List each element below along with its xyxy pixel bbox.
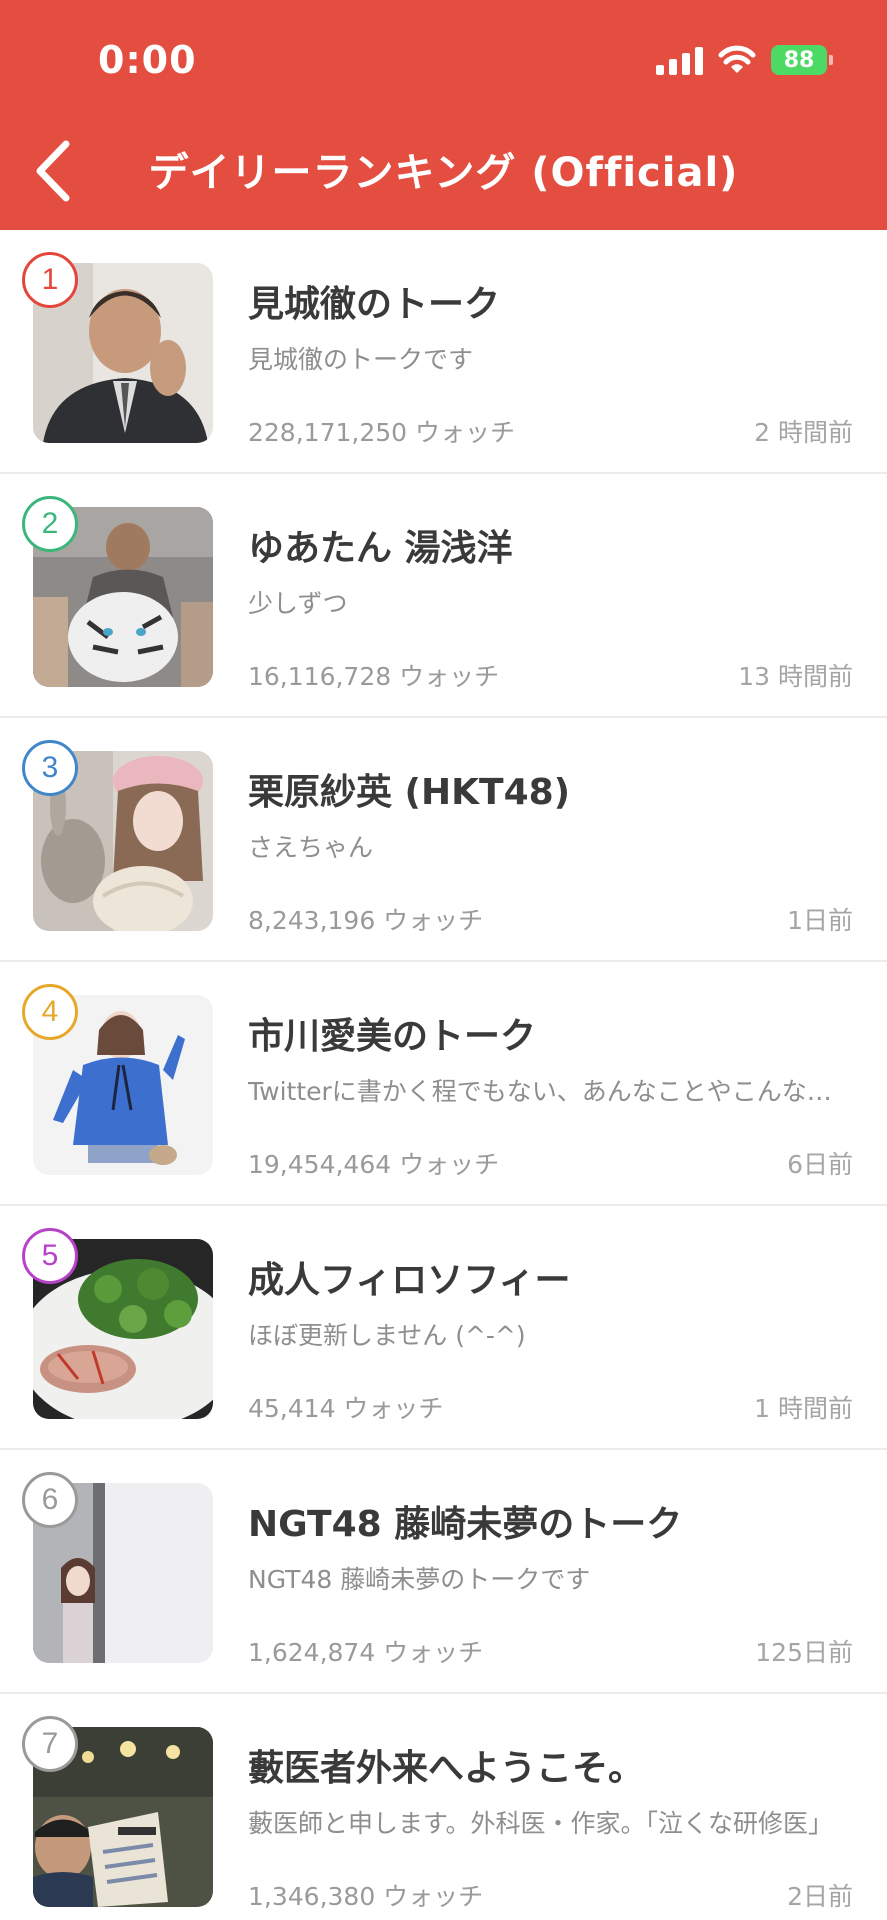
watch-count: 1,346,380 ウォッチ <box>248 1882 484 1911</box>
rank-badge: 3 <box>22 740 78 796</box>
talk-description: ほぼ更新しません (^-^) <box>248 1321 526 1350</box>
talk-description: NGT48 藤崎未夢のトークです <box>248 1565 591 1594</box>
updated-time: 1日前 <box>787 906 853 935</box>
watch-count: 1,624,874 ウォッチ <box>248 1638 484 1667</box>
status-indicators: 88 <box>656 40 833 80</box>
ranking-row[interactable]: 3 栗原紗英 (HKT48) さえちゃん 8,243,196 ウォッチ 1日前 <box>0 718 887 962</box>
talk-name: ゆあたん 湯浅洋 <box>248 528 513 569</box>
rank-badge: 7 <box>22 1716 78 1772</box>
rank-badge: 2 <box>22 496 78 552</box>
app-header: 0:00 88 デイリーランキング (Official) <box>0 0 887 230</box>
signal-icon <box>656 45 703 75</box>
talk-description: 藪医師と申します。外科医・作家。「泣くな研修医」 <box>248 1809 834 1838</box>
talk-description: 見城徹のトークです <box>248 345 474 374</box>
ranking-row[interactable]: 2 ゆあたん 湯浅洋 少しずつ 16,116,728 ウォッチ 13 時間前 <box>0 474 887 718</box>
talk-name: 市川愛美のトーク <box>248 1016 537 1057</box>
updated-time: 13 時間前 <box>738 662 853 691</box>
wifi-icon <box>718 45 756 73</box>
talk-description: Twitterに書かく程でもない、あんなことやこんなこと <box>248 1077 853 1106</box>
ranking-row[interactable]: 5 成人フィロソフィー ほぼ更新しません (^-^) 45,414 ウォッチ 1… <box>0 1206 887 1450</box>
updated-time: 2 時間前 <box>754 418 853 447</box>
talk-name: 藪医者外来へようこそ。 <box>248 1748 645 1789</box>
updated-time: 6日前 <box>787 1150 853 1179</box>
talk-name: 見城徹のトーク <box>248 284 501 325</box>
updated-time: 125日前 <box>755 1638 853 1667</box>
ranking-row[interactable]: 4 市川愛美のトーク Twitterに書かく程でもない、あんなことやこんなこと … <box>0 962 887 1206</box>
battery-level: 88 <box>783 47 815 73</box>
updated-time: 1 時間前 <box>754 1394 853 1423</box>
rank-badge: 1 <box>22 252 78 308</box>
talk-name: 成人フィロソフィー <box>248 1260 571 1301</box>
watch-count: 45,414 ウォッチ <box>248 1394 444 1423</box>
page-title: デイリーランキング (Official) <box>148 150 739 196</box>
rank-badge: 5 <box>22 1228 78 1284</box>
rank-badge: 6 <box>22 1472 78 1528</box>
ranking-list: 1 見城徹のトーク 見城徹のトークです 228,171,250 ウォッチ 2 時… <box>0 230 887 1920</box>
updated-time: 2日前 <box>787 1882 853 1911</box>
battery-icon: 88 <box>771 45 833 75</box>
watch-count: 19,454,464 ウォッチ <box>248 1150 500 1179</box>
watch-count: 228,171,250 ウォッチ <box>248 418 515 447</box>
rank-badge: 4 <box>22 984 78 1040</box>
watch-count: 16,116,728 ウォッチ <box>248 662 500 691</box>
watch-count: 8,243,196 ウォッチ <box>248 906 484 935</box>
ranking-row[interactable]: 6 NGT48 藤崎未夢のトーク NGT48 藤崎未夢のトークです 1,624,… <box>0 1450 887 1694</box>
talk-name: NGT48 藤崎未夢のトーク <box>248 1504 683 1545</box>
talk-description: さえちゃん <box>248 833 374 862</box>
status-time: 0:00 <box>98 38 197 82</box>
ranking-row[interactable]: 7 藪医者外来へようこそ。 藪医師と申します。外科医・作家。「泣くな研修医」 1… <box>0 1694 887 1920</box>
ranking-row[interactable]: 1 見城徹のトーク 見城徹のトークです 228,171,250 ウォッチ 2 時… <box>0 230 887 474</box>
talk-name: 栗原紗英 (HKT48) <box>248 772 571 813</box>
talk-description: 少しずつ <box>248 589 348 618</box>
